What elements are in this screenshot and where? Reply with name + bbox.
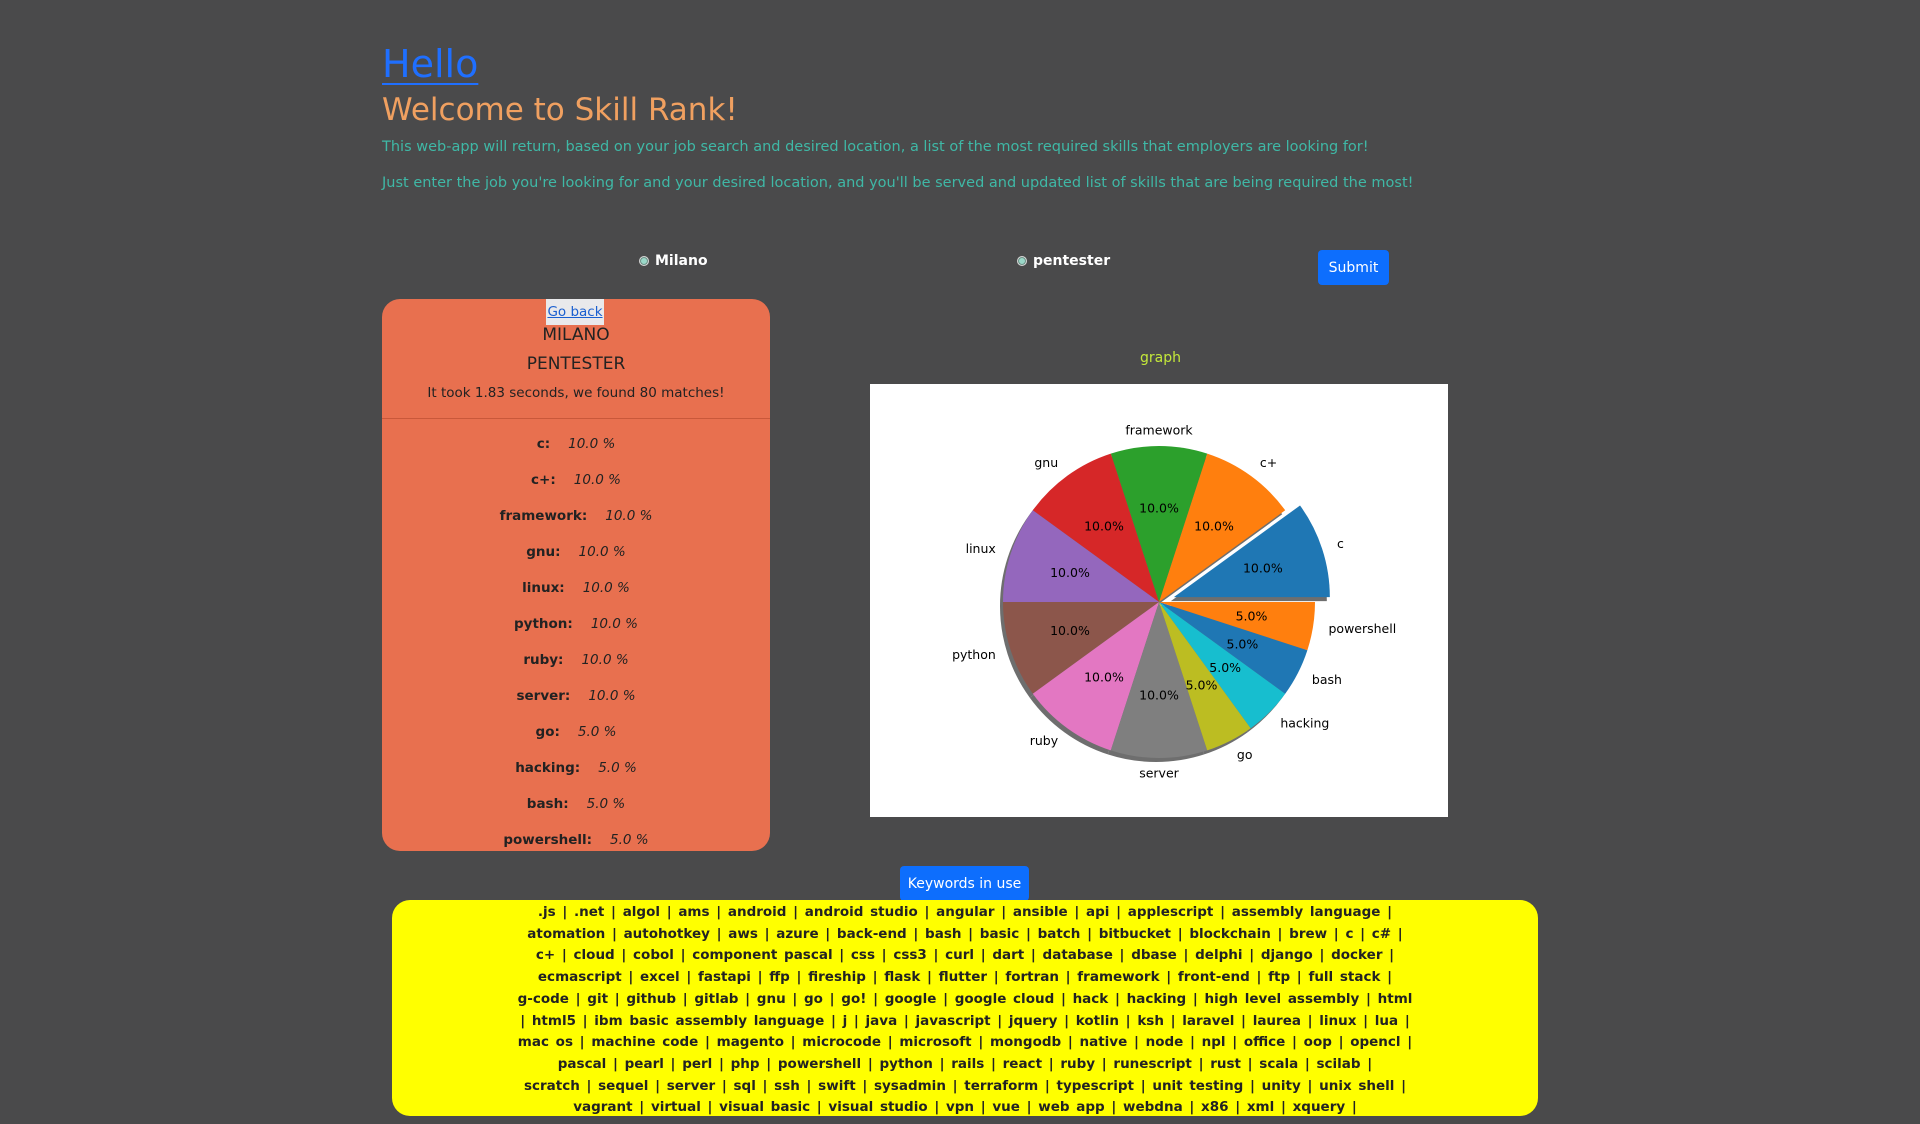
skill-name: c: (536, 436, 551, 452)
radio-icon[interactable] (639, 256, 649, 266)
keywords-line: ecmascript | excel | fastapi | ffp | fir… (537, 969, 1393, 986)
pie-pct-label: 5.0% (1186, 677, 1218, 692)
result-summary: It took 1.83 seconds, we found 80 matche… (427, 385, 725, 401)
skill-name: hacking: (515, 760, 581, 776)
skill-value: 5.0 % (598, 760, 637, 776)
skill-value: 10.0 % (582, 580, 630, 596)
pie-category-label: server (1139, 766, 1179, 781)
skill-row: c+: 10.0 % (382, 472, 770, 508)
skill-name: linux: (522, 580, 565, 596)
keywords-line: .js | .net | algol | ams | android | and… (537, 904, 1393, 920)
submit-button[interactable]: Submit (1318, 250, 1389, 285)
keywords-line: mac os | machine code | magento | microc… (517, 1034, 1413, 1051)
skill-name: ruby: (523, 652, 564, 668)
job-label: pentester (1033, 253, 1111, 269)
keywords-line: | html5 | ibm basic assembly language | … (520, 1012, 1410, 1029)
skill-row: c: 10.0 % (382, 436, 770, 472)
skill-row: ruby: 10.0 % (382, 652, 770, 688)
skill-name: gnu: (526, 544, 561, 560)
skill-value: 5.0 % (577, 724, 617, 740)
keywords-button[interactable]: Keywords in use (900, 866, 1029, 901)
skills-list: c: 10.0 % c+: 10.0 % framework: 10.0 % gnu:… (382, 436, 770, 851)
pie-category-label: hacking (1280, 715, 1329, 730)
skill-row: hacking: 5.0 % (382, 760, 770, 796)
skill-value: 5.0 % (610, 832, 649, 848)
pie-category-label: go (1237, 747, 1253, 762)
skill-name: server: (516, 688, 571, 704)
skill-row: bash: 5.0 % (382, 796, 770, 832)
divider (382, 418, 770, 419)
pie-chart: 10.0% c 10.0% c+ 10.0% framework 10.0% gnu 10.0%… (952, 422, 1396, 781)
keywords-panel: .js | .net | algol | ams | android | and… (392, 900, 1538, 1116)
skill-row: go: 5.0 % (382, 724, 770, 760)
keywords-line: atomation | autohotkey | aws | azure | b… (527, 925, 1403, 942)
radio-icon[interactable] (1017, 256, 1027, 266)
keywords-line: scratch | sequel | server | sql | ssh | … (523, 1077, 1407, 1094)
intro-instructions: Just enter the job you're looking for an… (382, 175, 1414, 191)
skill-row: linux: 10.0 % (382, 580, 770, 616)
skill-row: gnu: 10.0 % (382, 544, 770, 580)
pie-pct-label: 5.0% (1227, 636, 1259, 651)
skill-name: go: (535, 724, 560, 740)
skill-name: python: (514, 616, 573, 632)
skill-row: python: 10.0 % (382, 616, 770, 652)
hello-link[interactable]: Hello (382, 40, 478, 88)
skill-row: server: 10.0 % (382, 688, 770, 724)
pie-category-label: python (952, 647, 996, 662)
skill-row: framework: 10.0 % (382, 508, 770, 544)
location-option[interactable]: Milano (639, 253, 708, 269)
pie-category-label: framework (1125, 422, 1193, 437)
skill-name: framework: (499, 508, 588, 524)
pie-category-label: linux (966, 541, 996, 556)
pie-pct-label: 10.0% (1139, 500, 1179, 515)
skill-value: 10.0 % (588, 688, 636, 704)
skill-name: bash: (526, 796, 569, 812)
graph-label: graph (1140, 350, 1181, 366)
job-option[interactable]: pentester (1017, 253, 1110, 269)
intro-text: This web-app will return, based on your … (382, 139, 1369, 155)
skill-row: powershell: 5.0 % (382, 832, 770, 851)
skill-value: 10.0 % (573, 472, 621, 488)
pie-category-label: bash (1312, 672, 1342, 687)
keywords-line: g-code | git | github | gitlab | gnu | g… (517, 990, 1413, 1007)
skill-value: 10.0 % (578, 544, 626, 560)
pie-category-label: ruby (1030, 733, 1059, 748)
skill-name: powershell: (503, 832, 593, 848)
location-label: Milano (655, 253, 708, 269)
pie-pct-label: 10.0% (1050, 565, 1090, 580)
pie-pct-label: 10.0% (1050, 623, 1090, 638)
results-panel: Go back MILANO PENTESTER It took 1.83 se… (382, 299, 770, 851)
pie-pct-label: 5.0% (1209, 660, 1241, 675)
pie-pct-label: 10.0% (1084, 670, 1124, 685)
result-job: PENTESTER (526, 354, 626, 374)
skill-value: 10.0 % (605, 508, 653, 524)
pie-pct-label: 5.0% (1236, 609, 1268, 624)
page-title: Welcome to Skill Rank! (382, 92, 738, 128)
pie-chart-image: 10.0% c 10.0% c+ 10.0% framework 10.0% gnu 10.0%… (870, 384, 1448, 817)
pie-category-label: c+ (1260, 455, 1277, 470)
pie-category-label: powershell (1328, 621, 1396, 636)
skill-value: 10.0 % (568, 436, 616, 452)
pie-category-label: gnu (1034, 455, 1058, 470)
result-city: MILANO (542, 325, 610, 345)
pie-pct-label: 10.0% (1194, 518, 1234, 533)
keywords-line: vagrant | virtual | visual basic | visua… (573, 1099, 1357, 1116)
skill-name: c+: (531, 472, 556, 488)
pie-pct-label: 10.0% (1243, 560, 1283, 575)
keywords-line: c+ | cloud | cobol | component pascal | … (535, 947, 1395, 964)
skill-value: 5.0 % (586, 796, 626, 812)
skill-value: 10.0 % (590, 616, 638, 632)
pie-pct-label: 10.0% (1139, 688, 1179, 703)
pie-pct-label: 10.0% (1084, 518, 1124, 533)
skill-value: 10.0 % (581, 652, 629, 668)
go-back-link[interactable]: Go back (546, 299, 604, 325)
pie-category-label: c (1337, 536, 1344, 551)
keywords-line: pascal | pearl | perl | php | powershell… (557, 1055, 1373, 1072)
